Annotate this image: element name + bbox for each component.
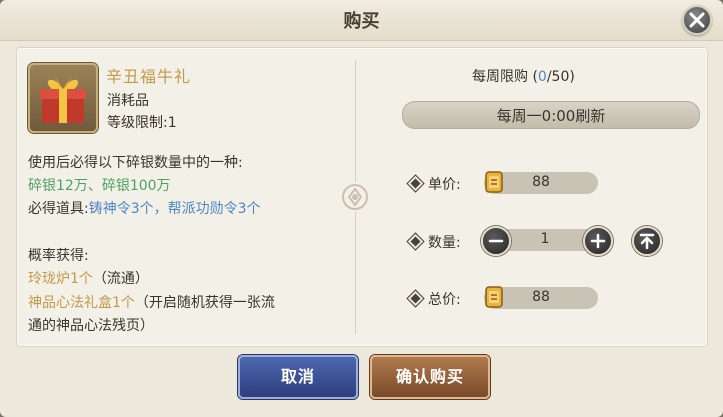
weekly-bought-count: 0 <box>537 69 547 85</box>
item-level-limit: 等级限制:1 <box>107 115 177 131</box>
item-category: 消耗品 <box>107 93 149 109</box>
dialog-title: 购买 <box>343 11 380 32</box>
purchase-dialog: 购买 辛丑福牛礼 消耗品 等级限制:1 使用后必得以下碎银数量中的一种: 碎银1… <box>0 0 723 417</box>
close-button[interactable] <box>682 5 712 35</box>
scroll-ticket-icon <box>485 171 503 193</box>
diamond-bullet-icon <box>410 236 421 247</box>
required-items-row: 必得道具:铸神令3个，帮派功勋令3个 <box>28 198 261 218</box>
weekly-limit-label: 每周限购 ( <box>472 69 538 85</box>
minus-icon <box>488 239 504 243</box>
item-icon-frame <box>28 63 98 133</box>
required-items: 铸神令3个，帮派功勋令3个 <box>88 201 261 217</box>
quantity-label-row: 数量: <box>410 232 461 252</box>
confirm-purchase-button[interactable]: 确认购买 <box>370 355 490 399</box>
unit-price-label-row: 单价: <box>410 174 461 194</box>
gift-box-icon <box>40 75 86 123</box>
total-price-label: 总价: <box>428 292 461 308</box>
chance-item2-row: 神品心法礼盒1个（开启随机获得一张流 <box>28 292 275 312</box>
max-arrow-icon <box>639 233 655 250</box>
chance-item1-note: （流通） <box>92 271 149 287</box>
cancel-button[interactable]: 取消 <box>238 355 358 399</box>
chance-item2: 神品心法礼盒1个 <box>28 295 135 311</box>
refresh-banner: 每周一0:00刷新 <box>402 101 700 129</box>
weekly-limit: 每周限购 (0/50) <box>472 66 575 86</box>
close-icon <box>689 12 705 28</box>
required-label: 必得道具: <box>28 201 89 217</box>
scroll-ticket-icon <box>485 286 503 308</box>
diamond-bullet-icon <box>410 293 421 304</box>
weekly-limit-total: /50) <box>546 69 575 85</box>
max-quantity-button[interactable] <box>632 226 662 256</box>
refresh-text: 每周一0:00刷新 <box>496 107 606 125</box>
chance-item2-note2: 通的神品心法残页） <box>28 318 154 334</box>
divider-emblem-icon <box>340 182 370 212</box>
title-bar: 购买 <box>0 0 723 41</box>
increase-quantity-button[interactable] <box>583 226 613 256</box>
chance-item1: 玲珑炉1个 <box>28 271 93 287</box>
decrease-quantity-button[interactable] <box>481 226 511 256</box>
description-line1: 使用后必得以下碎银数量中的一种: <box>28 155 243 171</box>
diamond-bullet-icon <box>410 178 421 189</box>
silver-options: 碎银12万、碎银100万 <box>28 178 171 194</box>
item-name: 辛丑福牛礼 <box>106 67 192 86</box>
plus-icon <box>590 233 606 249</box>
quantity-label: 数量: <box>428 235 461 251</box>
chance-label: 概率获得: <box>28 248 89 264</box>
unit-price-label: 单价: <box>428 177 461 193</box>
chance-item2-note: （开启随机获得一张流 <box>134 295 275 311</box>
chance-item1-row: 玲珑炉1个（流通） <box>28 268 149 288</box>
total-price-label-row: 总价: <box>410 289 461 309</box>
